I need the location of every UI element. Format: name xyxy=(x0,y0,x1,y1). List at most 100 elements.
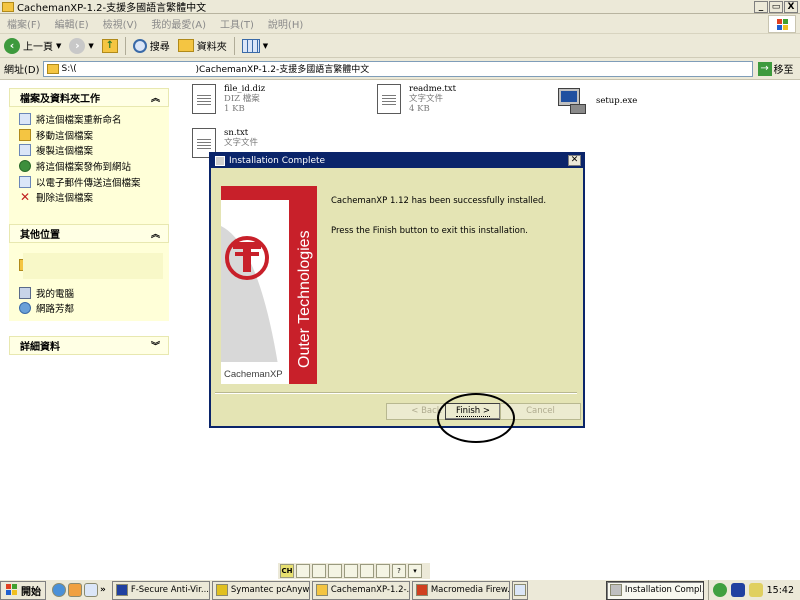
windows-logo-icon xyxy=(5,584,19,596)
input-method-icon[interactable] xyxy=(296,564,310,578)
internet-explorer-icon[interactable] xyxy=(52,583,66,597)
taskbar-button-fireworks[interactable]: Macromedia Firew... xyxy=(411,580,510,600)
details-panel-header[interactable]: 詳細資料 ︾ xyxy=(9,336,169,355)
options-chevron-icon[interactable]: ▾ xyxy=(408,564,422,578)
folders-button[interactable]: 資料夾 xyxy=(174,35,231,57)
document-icon xyxy=(377,84,401,114)
taskbar-button-fsecure[interactable]: F-Secure Anti-Vir... xyxy=(111,580,210,600)
email-icon xyxy=(19,175,31,188)
window-title: CachemanXP-1.2-支援多國語言繁體中文 xyxy=(17,3,207,14)
task-label: 以電子郵件傳送這個檔案 xyxy=(36,177,141,189)
place-my-computer[interactable]: 我的電腦 xyxy=(19,285,161,301)
settings-icon[interactable] xyxy=(376,564,390,578)
places-panel: 其他位置 ︽ 我的電腦 網路芳鄰 xyxy=(9,224,169,321)
taskbar-button-label: Installation Compl... xyxy=(624,585,704,595)
more-chevron-icon[interactable]: » xyxy=(100,585,106,595)
taskbar-button-installation[interactable]: Installation Compl... xyxy=(605,580,704,600)
installation-complete-dialog: Installation Complete ✕ Outer Technologi… xyxy=(209,152,585,428)
banner-brand-text: Outer Technologies xyxy=(296,230,313,368)
task-label: 移動這個檔案 xyxy=(36,130,94,142)
quick-launch-app-icon[interactable] xyxy=(84,583,98,597)
up-folder-button[interactable]: ↑ xyxy=(98,35,122,57)
maximize-button[interactable]: ▭ xyxy=(769,1,783,13)
handwriting-icon[interactable] xyxy=(360,564,374,578)
taskbar-button-symantec[interactable]: Symantec pcAnyw... xyxy=(211,580,310,600)
minimize-button[interactable]: _ xyxy=(754,1,768,13)
expand-chevron-icon: ︾ xyxy=(150,342,160,352)
go-button[interactable]: → 移至 xyxy=(757,61,794,76)
taskbar-button-explorer[interactable]: CachemanXP-1.2-... xyxy=(311,580,410,600)
details-panel-title: 詳細資料 xyxy=(20,342,60,353)
quick-launch-app-icon[interactable] xyxy=(68,583,82,597)
menu-tools[interactable]: 工具(T) xyxy=(213,16,261,31)
task-email[interactable]: 以電子郵件傳送這個檔案 xyxy=(19,174,161,190)
go-arrow-icon: → xyxy=(757,61,772,76)
menu-file[interactable]: 檔案(F) xyxy=(0,16,48,31)
banner-product-text: CachemanXP xyxy=(224,369,283,380)
dialog-body: Outer Technologies CachemanXP CachemanXP… xyxy=(211,168,583,426)
toolbar: ‹ 上一頁 ▼ › ▼ ↑ 搜尋 資料夾 ▼ xyxy=(0,34,800,58)
views-button[interactable]: ▼ xyxy=(238,35,272,57)
redacted-region xyxy=(23,253,163,279)
start-button[interactable]: 開始 xyxy=(0,580,46,600)
installer-banner-image: Outer Technologies CachemanXP xyxy=(221,186,317,384)
task-rename[interactable]: 將這個檔案重新命名 xyxy=(19,111,161,127)
search-button[interactable]: 搜尋 xyxy=(129,35,174,57)
tools-icon[interactable] xyxy=(328,564,342,578)
back-label: 上一頁 xyxy=(23,42,53,53)
file-size: 1 KB xyxy=(224,104,245,114)
close-button[interactable]: X xyxy=(784,1,798,13)
tray-app-icon[interactable] xyxy=(712,583,727,597)
task-move[interactable]: 移動這個檔案 xyxy=(19,127,161,143)
file-item[interactable]: readme.txt 文字文件 4 KB xyxy=(377,84,456,114)
address-value-left: S:\( xyxy=(61,63,77,74)
file-size: 4 KB xyxy=(409,104,430,114)
file-item[interactable]: file_id.diz DIZ 檔案 1 KB xyxy=(192,84,265,114)
dialog-close-button[interactable]: ✕ xyxy=(568,155,581,166)
taskbar-button-label: CachemanXP-1.2-... xyxy=(330,585,410,595)
forward-button[interactable]: › ▼ xyxy=(65,35,97,57)
window-icon xyxy=(513,584,526,596)
file-item[interactable]: setup.exe xyxy=(556,86,637,116)
cancel-button-label: Cancel xyxy=(526,406,555,416)
task-publish[interactable]: 將這個檔案發佈到網站 xyxy=(19,158,161,174)
tasks-panel: 檔案及資料夾工作 ︽ 將這個檔案重新命名 移動這個檔案 複製這個檔案 將這個檔案… xyxy=(9,88,169,225)
language-indicator[interactable]: CH xyxy=(280,564,294,578)
collapse-chevron-icon: ︽ xyxy=(150,230,160,240)
help-icon[interactable]: ? xyxy=(392,564,406,578)
taskbar-button-blank[interactable] xyxy=(511,580,528,600)
address-value-right: )CachemanXP-1.2-支援多國語言繁體中文 xyxy=(195,65,370,75)
place-label: 網路芳鄰 xyxy=(36,304,75,316)
address-label: 網址(D) xyxy=(4,65,40,76)
menu-help[interactable]: 說明(H) xyxy=(261,16,310,31)
task-label: 將這個檔案發佈到網站 xyxy=(36,161,132,173)
address-input[interactable]: S:\( )CachemanXP-1.2-支援多國語言繁體中文 xyxy=(42,60,753,77)
forward-arrow-icon: › xyxy=(69,37,86,54)
details-panel: 詳細資料 ︾ xyxy=(9,336,169,355)
task-label: 將這個檔案重新命名 xyxy=(36,114,122,126)
search-icon xyxy=(132,38,147,53)
window-title-bar[interactable]: CachemanXP-1.2-支援多國語言繁體中文 _ ▭ X xyxy=(0,0,800,14)
fireworks-icon xyxy=(415,584,428,596)
menu-view[interactable]: 檢視(V) xyxy=(96,16,145,31)
back-button[interactable]: ‹ 上一頁 ▼ xyxy=(0,35,65,57)
keyboard-icon[interactable] xyxy=(312,564,326,578)
toolbar-separator xyxy=(124,36,126,55)
network-icon xyxy=(19,302,31,315)
menu-edit[interactable]: 編輯(E) xyxy=(48,16,96,31)
place-network[interactable]: 網路芳鄰 xyxy=(19,300,161,316)
tray-app-icon[interactable] xyxy=(748,583,763,597)
file-name: file_id.diz xyxy=(224,84,266,94)
menu-favorites[interactable]: 我的最愛(A) xyxy=(144,16,213,31)
file-name: setup.exe xyxy=(596,96,638,106)
task-delete[interactable]: ✕ 刪除這個檔案 xyxy=(19,189,161,205)
clock[interactable]: 15:42 xyxy=(767,585,794,596)
tasks-panel-header[interactable]: 檔案及資料夾工作 ︽ xyxy=(9,88,169,107)
collapse-chevron-icon: ︽ xyxy=(150,94,160,104)
task-copy[interactable]: 複製這個檔案 xyxy=(19,142,161,158)
antivirus-tray-icon[interactable] xyxy=(730,583,745,597)
pen-icon[interactable] xyxy=(344,564,358,578)
dialog-title-bar[interactable]: Installation Complete xyxy=(211,154,583,168)
taskbar-button-label: Symantec pcAnyw... xyxy=(230,585,310,595)
places-panel-header[interactable]: 其他位置 ︽ xyxy=(9,224,169,243)
